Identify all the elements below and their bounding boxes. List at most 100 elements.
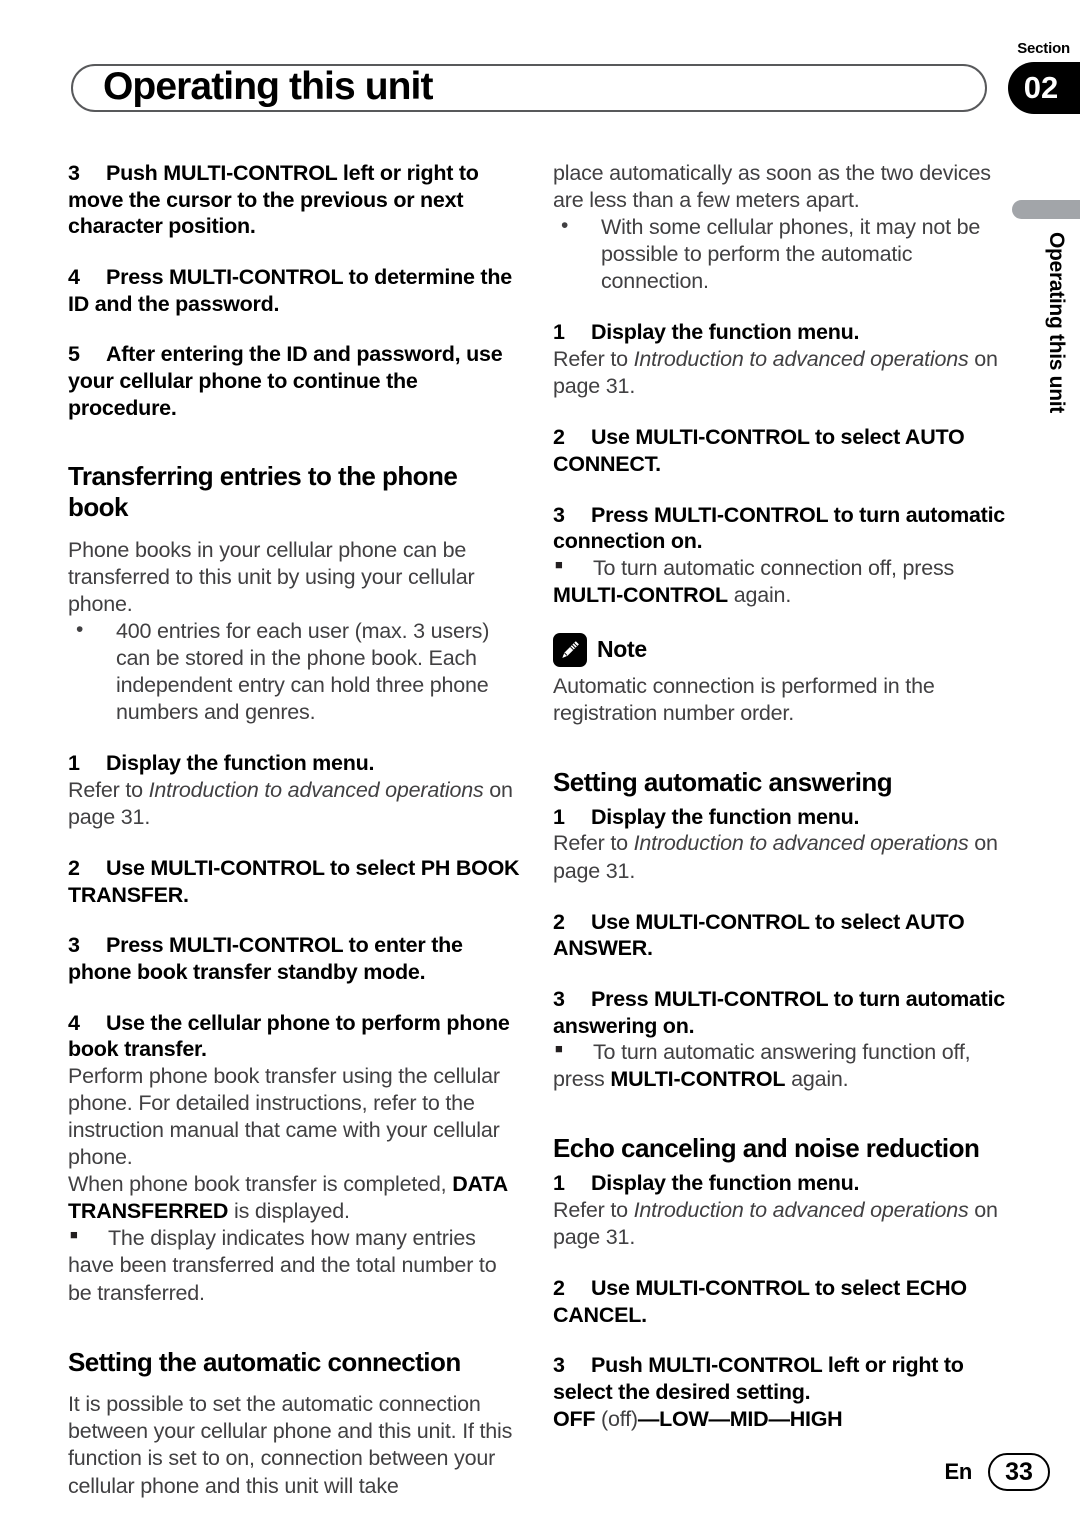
side-tab-bar — [1012, 200, 1080, 219]
note-label: Note — [597, 636, 647, 663]
setting-dash: — — [768, 1406, 790, 1431]
step-text: Use MULTI-CONTROL to select AUTO ANSWER. — [553, 909, 965, 961]
section-number-badge: 02 — [1008, 62, 1080, 114]
completed-paragraph: When phone book transfer is completed, D… — [68, 1171, 520, 1225]
list-item: The display indicates how many entries h… — [68, 1225, 520, 1306]
step-number: 1 — [68, 751, 80, 776]
step-item: 1 Display the function menu. — [68, 750, 520, 777]
step-item: 2 Use MULTI-CONTROL to select PH BOOK TRA… — [68, 855, 520, 908]
step-number: 2 — [553, 909, 565, 934]
step-number: 3 — [68, 933, 80, 958]
multi-control-label: MULTI-CONTROL — [610, 1067, 786, 1092]
left-column: 3 Push MULTI-CONTROL left or right to mov… — [68, 160, 520, 1500]
perform-paragraph: Perform phone book transfer using the ce… — [68, 1063, 500, 1170]
step-text: Display the function menu. — [591, 1171, 860, 1196]
step-number: 1 — [553, 1171, 565, 1196]
step-number: 5 — [68, 342, 80, 367]
page-header: Section 02 Operating this unit — [0, 0, 1080, 140]
list-item: To turn automatic connection off, press … — [553, 555, 1005, 609]
step-number: 2 — [553, 1275, 565, 1300]
list-item: 400 entries for each user (max. 3 users)… — [68, 617, 520, 726]
completed-prefix: When phone book transfer is completed, — [68, 1172, 453, 1197]
list-item: To turn automatic answering function off… — [553, 1039, 1005, 1093]
step-number: 2 — [553, 425, 565, 450]
step-text: Press MULTI-CONTROL to enter the phone b… — [68, 933, 463, 984]
refer-line: Refer to Introduction to advanced operat… — [553, 346, 1005, 400]
refer-italic-title: Introduction to advanced operations — [148, 777, 484, 802]
refer-line: Refer to Introduction to advanced operat… — [553, 830, 1005, 884]
step-item: 3 Push MULTI-CONTROL left or right to sel… — [553, 1352, 1005, 1405]
step-text: Press MULTI-CONTROL to turn automatic co… — [553, 502, 1005, 554]
refer-prefix: Refer to — [553, 347, 634, 372]
step-text: Press MULTI-CONTROL to determine the ID … — [68, 264, 512, 316]
setting-values-line: OFF (off)—LOW—MID—HIGH — [553, 1406, 1005, 1433]
right-column: place automatically as soon as the two d… — [553, 160, 1005, 1433]
step-text: After entering the ID and password, use … — [68, 342, 503, 420]
refer-line: Refer to Introduction to advanced operat… — [68, 777, 520, 831]
step-text: Push MULTI-CONTROL left or right to move… — [68, 161, 479, 239]
step-number: 2 — [68, 855, 80, 880]
step-number: 3 — [68, 161, 80, 185]
step-item: 4 Press MULTI-CONTROL to determine the ID… — [68, 264, 520, 317]
step-text: Use MULTI-CONTROL to select PH BOOK TRAN… — [68, 855, 520, 907]
step-number: 3 — [553, 986, 565, 1011]
page-title: Operating this unit — [103, 65, 433, 108]
step-item: 3 Press MULTI-CONTROL to turn automatic a… — [553, 986, 1005, 1039]
refer-prefix: Refer to — [553, 1197, 634, 1222]
section-heading-auto-connection: Setting the automatic connection — [68, 1346, 461, 1377]
step-item: 3 Press MULTI-CONTROL to enter the phone … — [68, 932, 520, 985]
step-item: 5 After entering the ID and password, use… — [68, 341, 520, 421]
step-number: 1 — [553, 804, 565, 829]
refer-line: Refer to Introduction to advanced operat… — [553, 1197, 1005, 1251]
step-item: 2 Use MULTI-CONTROL to select AUTO CONNEC… — [553, 424, 1005, 477]
pencil-icon — [553, 632, 587, 667]
bullet-suffix: again. — [727, 582, 792, 607]
language-label: En — [944, 1459, 972, 1484]
bullet-suffix: again. — [785, 1067, 849, 1092]
step-item: 2 Use MULTI-CONTROL to select ECHO CANCEL… — [553, 1275, 1005, 1328]
step-text: Push MULTI-CONTROL left or right to sele… — [553, 1353, 964, 1404]
note-header: Note — [553, 632, 1005, 667]
step-item: 3 Push MULTI-CONTROL left or right to mov… — [68, 160, 520, 240]
section-heading-transferring: Transferring entries to the phone book — [68, 461, 458, 522]
setting-high: HIGH — [789, 1406, 843, 1431]
setting-off: OFF — [553, 1406, 596, 1431]
auto-connection-paragraph: It is possible to set the automatic conn… — [68, 1392, 513, 1498]
setting-off-plain: (off) — [595, 1406, 638, 1431]
step-number: 3 — [553, 502, 565, 527]
step-item: 4 Use the cellular phone to perform phone… — [68, 1010, 520, 1063]
setting-dash: — — [708, 1406, 731, 1431]
multi-control-label: MULTI-CONTROL — [553, 582, 728, 607]
page-footer: En 33 — [944, 1453, 1050, 1491]
step-number: 3 — [553, 1353, 565, 1378]
step-item: 1 Display the function menu. — [553, 319, 1005, 346]
step-number: 1 — [553, 320, 565, 345]
intro-paragraph: Phone books in your cellular phone can b… — [68, 537, 475, 616]
bullet-prefix: To turn automatic connection off, press — [593, 555, 955, 580]
step-text: Press MULTI-CONTROL to turn automatic an… — [553, 986, 1005, 1038]
step-item: 1 Display the function menu. — [553, 804, 1005, 831]
step-text: Use the cellular phone to perform phone … — [68, 1010, 510, 1062]
refer-italic-title: Introduction to advanced operations — [633, 831, 969, 856]
setting-low: LOW — [659, 1406, 709, 1431]
step-text: Use MULTI-CONTROL to select AUTO CONNECT… — [553, 425, 965, 476]
setting-dash: — — [637, 1406, 660, 1431]
section-label: Section — [1017, 40, 1070, 57]
page-number-badge: 33 — [988, 1453, 1050, 1491]
setting-mid: MID — [729, 1406, 769, 1431]
side-tab-label: Operating this unit — [1045, 232, 1068, 413]
step-text: Display the function menu. — [591, 804, 860, 829]
continued-paragraph: place automatically as soon as the two d… — [553, 161, 991, 213]
step-item: 3 Press MULTI-CONTROL to turn automatic c… — [553, 502, 1005, 555]
completed-suffix: is displayed. — [228, 1199, 350, 1224]
refer-prefix: Refer to — [68, 777, 149, 802]
step-number: 4 — [68, 264, 80, 289]
refer-prefix: Refer to — [553, 831, 634, 856]
step-text: Display the function menu. — [106, 751, 375, 776]
section-heading-echo: Echo canceling and noise reduction — [553, 1133, 980, 1164]
section-heading-auto-answering: Setting automatic answering — [553, 767, 893, 798]
step-item: 1 Display the function menu. — [553, 1170, 1005, 1197]
note-text: Automatic connection is performed in the… — [553, 673, 935, 726]
step-text: Display the function menu. — [591, 320, 860, 345]
step-item: 2 Use MULTI-CONTROL to select AUTO ANSWER… — [553, 909, 1005, 962]
